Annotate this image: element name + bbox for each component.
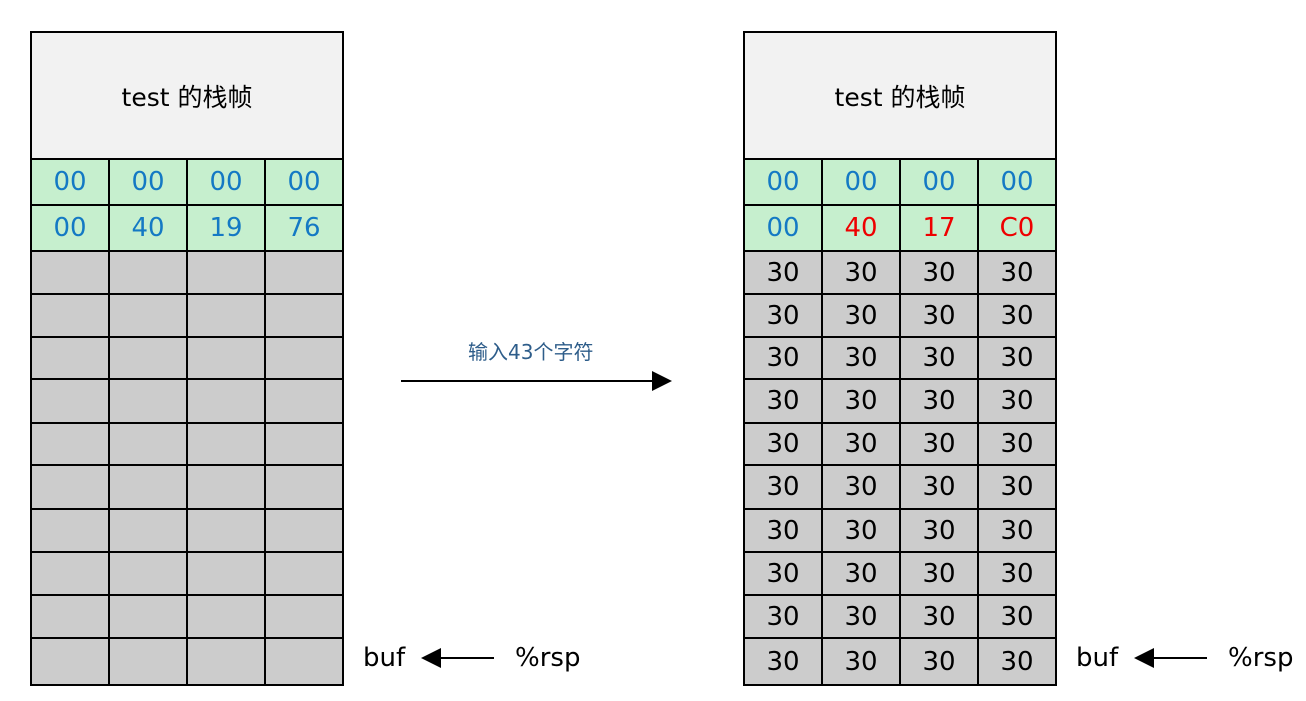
arrow-label: 输入43个字符 xyxy=(468,340,594,364)
right-buf-label: buf xyxy=(1076,643,1119,673)
arrows-layer xyxy=(401,371,1207,668)
right-rsp-label: %rsp xyxy=(1228,643,1294,673)
left-buf-label: buf xyxy=(363,643,406,673)
left-rsp-label: %rsp xyxy=(515,643,581,673)
